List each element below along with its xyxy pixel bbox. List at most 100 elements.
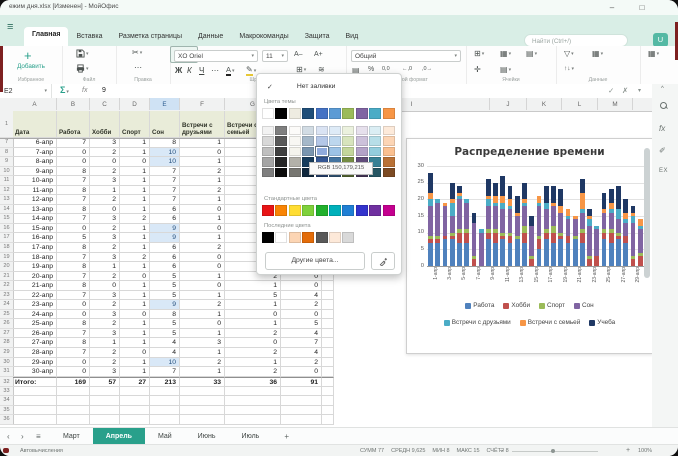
color-swatch[interactable] — [329, 136, 341, 145]
color-swatch[interactable] — [342, 147, 354, 156]
cell[interactable] — [13, 415, 57, 425]
cell[interactable]: 2 — [225, 329, 281, 339]
more-font-button[interactable]: ⋯ — [211, 66, 219, 75]
color-swatch[interactable] — [302, 126, 314, 135]
cell[interactable] — [322, 329, 334, 339]
cell[interactable]: 8 — [57, 205, 90, 215]
insert-function-button[interactable]: fx — [82, 87, 87, 94]
cell[interactable]: 23-апр — [13, 300, 57, 310]
cell[interactable]: 0 — [57, 157, 90, 167]
cell[interactable]: 1 — [90, 338, 120, 348]
cell[interactable]: 27 — [120, 377, 150, 387]
cell[interactable]: 17-апр — [13, 243, 57, 253]
cell[interactable]: 7 — [57, 348, 90, 358]
color-swatch[interactable] — [275, 108, 287, 119]
vertical-scrollbar[interactable] — [644, 148, 650, 278]
color-swatch[interactable] — [275, 147, 287, 156]
cell[interactable]: 8 — [57, 319, 90, 329]
cell[interactable]: 13-апр — [13, 205, 57, 215]
cell[interactable]: Работа — [57, 111, 90, 138]
cell[interactable]: 1 — [120, 224, 150, 234]
cell[interactable]: 2 — [90, 300, 120, 310]
row-header-18[interactable]: 18 — [0, 243, 13, 253]
cell[interactable]: 1 — [180, 195, 225, 205]
cell[interactable]: 1 — [180, 329, 225, 339]
cell[interactable]: 8 — [150, 310, 180, 320]
cell[interactable]: 1 — [120, 319, 150, 329]
cell[interactable]: 6 — [150, 253, 180, 263]
color-swatch[interactable] — [316, 205, 328, 216]
row-header-24[interactable]: 24 — [0, 300, 13, 310]
cut-button[interactable]: ✂▾ — [132, 48, 142, 57]
cell[interactable]: 1 — [120, 281, 150, 291]
cell[interactable]: 2 — [90, 358, 120, 368]
cell[interactable]: 5 — [150, 329, 180, 339]
cell[interactable] — [150, 387, 180, 397]
row-header-28[interactable]: 28 — [0, 338, 13, 348]
menu-burger-icon[interactable]: ≡ — [7, 21, 13, 33]
cell[interactable] — [120, 406, 150, 416]
column-header-D[interactable]: D — [120, 98, 150, 110]
column-header-B[interactable]: B — [57, 98, 90, 110]
cell[interactable]: 0 — [180, 253, 225, 263]
cell[interactable]: 10 — [150, 157, 180, 167]
cell[interactable]: 20-апр — [13, 272, 57, 282]
add-sheet-button[interactable]: + — [284, 432, 289, 441]
cell[interactable]: 1 — [225, 281, 281, 291]
cell[interactable]: 0 — [180, 224, 225, 234]
cell[interactable] — [180, 415, 225, 425]
delete-cells-button[interactable]: ▤▾ — [526, 49, 537, 58]
cell[interactable]: 0 — [281, 310, 322, 320]
cell[interactable] — [13, 406, 57, 416]
bold-button[interactable]: Ж — [175, 66, 182, 75]
color-swatch[interactable] — [329, 126, 341, 135]
cell[interactable] — [322, 396, 334, 406]
cell[interactable]: 91 — [281, 377, 322, 387]
cell[interactable]: 2 — [90, 148, 120, 158]
sheet-tab-Май[interactable]: Май — [145, 428, 185, 445]
cell[interactable] — [90, 387, 120, 397]
color-swatch[interactable] — [316, 136, 328, 145]
menu-tab-Вид[interactable]: Вид — [338, 29, 367, 46]
cell[interactable]: 1 — [180, 176, 225, 186]
column-header-K[interactable]: K — [527, 98, 562, 110]
cell[interactable]: 1 — [120, 186, 150, 196]
add-favorite-label[interactable]: Добавить — [0, 63, 62, 70]
user-avatar[interactable]: U — [653, 33, 668, 47]
cell[interactable]: 3 — [90, 291, 120, 301]
color-swatch[interactable] — [356, 108, 368, 119]
color-swatch[interactable] — [302, 205, 314, 216]
cell[interactable] — [281, 415, 322, 425]
cell[interactable]: 3 — [90, 367, 120, 377]
row-header-26[interactable]: 26 — [0, 319, 13, 329]
cell[interactable]: 21-апр — [13, 281, 57, 291]
cell[interactable]: 1 — [120, 138, 150, 148]
color-swatch[interactable] — [316, 232, 328, 243]
eyedropper-button[interactable] — [371, 252, 395, 270]
cell[interactable]: 7 — [57, 195, 90, 205]
cell[interactable]: 10 — [150, 148, 180, 158]
menu-tab-Разметка страницы[interactable]: Разметка страницы — [111, 29, 191, 46]
cell[interactable]: Сон — [150, 111, 180, 138]
cell[interactable]: 5 — [225, 291, 281, 301]
cell[interactable]: 8 — [57, 262, 90, 272]
cell[interactable] — [13, 387, 57, 397]
cell[interactable]: 7 — [150, 367, 180, 377]
collapse-panel-icon[interactable]: ^ — [661, 86, 664, 92]
cell[interactable]: 1 — [180, 272, 225, 282]
cell[interactable]: 30-апр — [13, 367, 57, 377]
color-swatch[interactable] — [369, 108, 381, 119]
color-swatch[interactable] — [262, 108, 274, 119]
menu-tab-Вставка[interactable]: Вставка — [68, 29, 110, 46]
row-header-27[interactable]: 27 — [0, 329, 13, 339]
color-swatch[interactable] — [302, 147, 314, 156]
row-header-8[interactable]: 8 — [0, 148, 13, 158]
color-swatch[interactable] — [289, 108, 301, 119]
cell[interactable]: 1 — [120, 367, 150, 377]
highlight-color-button[interactable]: ✎▾ — [246, 65, 256, 76]
color-swatch[interactable] — [356, 147, 368, 156]
cell[interactable]: 1 — [225, 358, 281, 368]
row-header-33[interactable]: 33 — [0, 387, 13, 397]
cell[interactable]: 1 — [180, 367, 225, 377]
cell[interactable]: 1 — [180, 310, 225, 320]
